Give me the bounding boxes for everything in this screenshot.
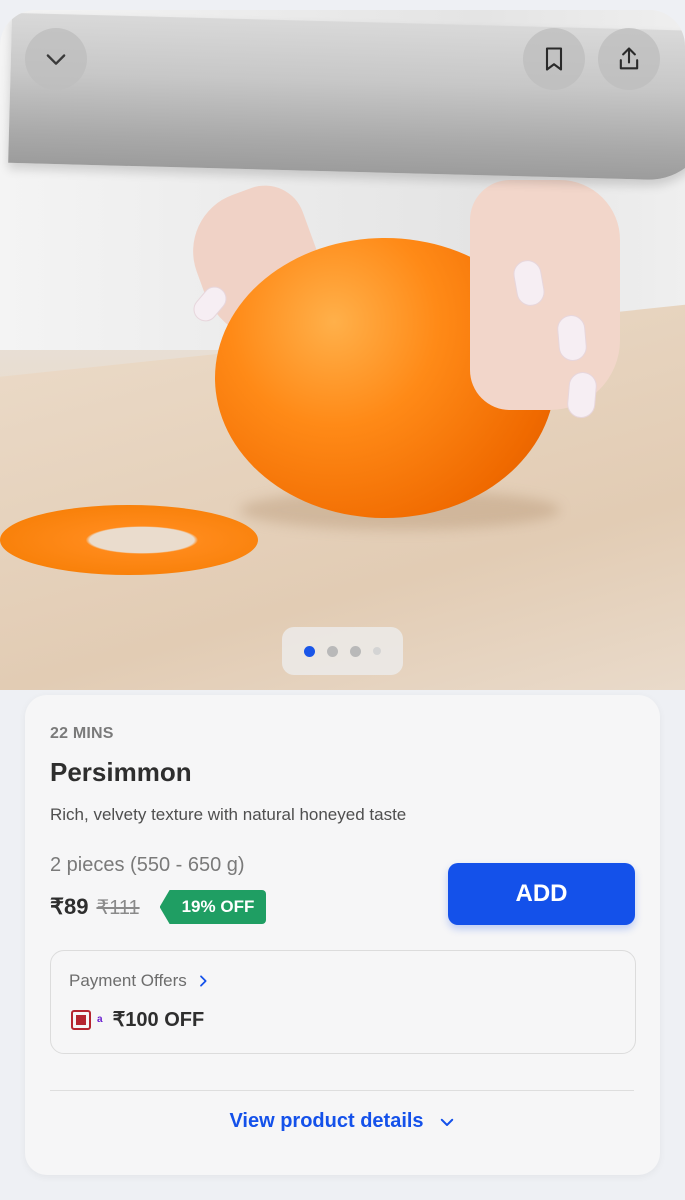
carousel-dot[interactable] [373, 647, 381, 655]
payment-offers-box[interactable]: Payment Offers a ₹100 OFF [50, 950, 636, 1054]
fingernail [556, 313, 588, 363]
product-description: Rich, velvety texture with natural honey… [50, 805, 407, 824]
mrp-price: ₹111 [96, 896, 140, 919]
product-image [0, 10, 685, 690]
payment-offers-label: Payment Offers [69, 971, 187, 990]
share-icon [619, 47, 639, 70]
price-row: ₹89 ₹111 19% OFF [50, 890, 267, 924]
selling-price: ₹89 [50, 894, 89, 919]
offer-value: ₹100 OFF [112, 1009, 205, 1031]
bookmark-button[interactable] [523, 28, 585, 90]
bookmark-icon [545, 47, 563, 71]
knife-blade [8, 12, 685, 182]
product-card: 22 MINS Persimmon Rich, velvety texture … [25, 695, 660, 1175]
delivery-eta: 22 MINS [50, 725, 114, 742]
collapse-button[interactable] [25, 28, 87, 90]
carousel-dot[interactable] [327, 645, 338, 657]
carousel-indicator [282, 627, 403, 675]
offer-item: a ₹100 OFF [71, 1007, 204, 1032]
payment-offers-header[interactable]: Payment Offers [69, 971, 211, 991]
discount-badge: 19% OFF [159, 890, 267, 924]
bank-logo-icon [71, 1009, 91, 1030]
carousel-dot-active[interactable] [304, 645, 315, 657]
carousel-dot[interactable] [350, 645, 361, 657]
bank-mark: a [97, 1014, 103, 1025]
view-details-label: View product details [229, 1110, 424, 1132]
right-hand [470, 180, 620, 410]
divider [50, 1090, 634, 1091]
fruit-slice [0, 505, 258, 575]
add-to-cart-button[interactable]: ADD [448, 863, 635, 925]
chevron-right-icon [199, 975, 207, 987]
chevron-down-icon [440, 1118, 453, 1126]
share-button[interactable] [598, 28, 660, 90]
product-name: Persimmon [50, 757, 192, 787]
chevron-down-icon [46, 54, 66, 65]
view-product-details-link[interactable]: View product details [25, 1110, 660, 1133]
product-quantity: 2 pieces (550 - 650 g) [50, 854, 245, 876]
